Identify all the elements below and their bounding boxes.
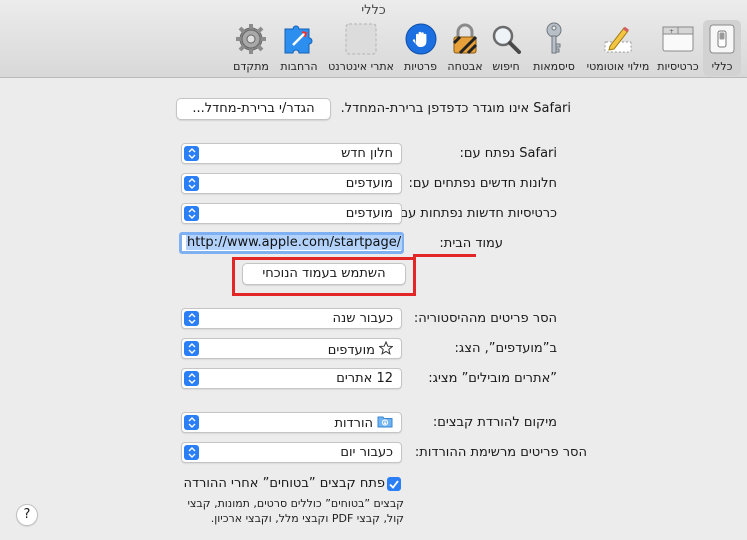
tab-advanced[interactable]: מתקדם <box>230 20 272 76</box>
autofill-pencil-icon <box>602 23 634 55</box>
use-current-page-button[interactable]: השתמש בעמוד הנוכחי <box>242 263 406 285</box>
tab-label: כללי <box>711 60 733 73</box>
favorites-shows-label: ב”מועדפים”, הצג: <box>454 341 557 356</box>
tab-privacy[interactable]: פרטיות <box>398 20 443 76</box>
remove-downloads-label: הסר פריטים מרשימת ההורדות: <box>414 445 587 460</box>
tab-extensions[interactable]: הרחבות <box>274 20 324 76</box>
tab-label: הרחבות <box>280 60 318 73</box>
tab-label: מילוי אוטומטי <box>586 60 650 73</box>
popup-value: כעבור יום <box>340 445 393 460</box>
tab-label: מתקדם <box>233 60 269 73</box>
tabs-icon: + <box>662 23 694 55</box>
popup-arrows-icon <box>184 206 199 221</box>
top-sites-popup[interactable]: 12 אתרים <box>181 368 402 389</box>
open-safe-files-checkbox[interactable] <box>387 477 401 491</box>
default-browser-text: Safari אינו מוגדר כדפדפן ברירת-המחדל. <box>340 101 571 116</box>
tab-label: כרטיסיות <box>657 60 699 73</box>
tab-tabs[interactable]: + כרטיסיות <box>654 20 702 76</box>
remove-downloads-popup[interactable]: כעבור יום <box>181 442 402 463</box>
popup-value: מועדפים <box>345 206 393 221</box>
popup-value: כעבור שנה <box>332 311 393 326</box>
tab-autofill[interactable]: מילוי אוטומטי <box>583 20 653 76</box>
popup-value-wrap: הורדות <box>334 415 393 432</box>
general-switch-icon <box>706 23 738 55</box>
new-tabs-popup[interactable]: מועדפים <box>181 203 402 224</box>
popup-arrows-icon <box>184 146 199 161</box>
popup-value: מועדפים <box>345 176 393 191</box>
homepage-label-highlight-underline <box>413 254 476 257</box>
safe-files-note-line: קול, קבצי PDF וקבצי מלל, וקבצי ארכיון. <box>210 512 404 525</box>
download-location-label: מיקום להורדת קבצים: <box>432 415 557 430</box>
tab-label: פרטיות <box>404 60 437 73</box>
svg-text:+: + <box>669 28 674 35</box>
download-location-popup[interactable]: הורדות <box>181 412 402 433</box>
extensions-puzzle-icon <box>283 23 315 55</box>
new-windows-label: חלונות חדשים נפתחים עם: <box>408 176 557 191</box>
popup-arrows-icon <box>184 341 199 356</box>
downloads-folder-icon <box>377 415 393 432</box>
websites-icon <box>345 23 377 55</box>
popup-value: 12 אתרים <box>336 371 393 386</box>
tab-websites[interactable]: אתרי אינטרנט <box>328 20 394 76</box>
tab-label: סיסמאות <box>533 60 575 73</box>
safe-files-note: קבצים ”בטוחים” כוללים סרטים, תמונות, קבצ… <box>164 496 404 526</box>
hand-icon <box>405 23 437 55</box>
top-sites-label: ”אתרים מובילים” מציג: <box>428 371 557 386</box>
tab-general[interactable]: כללי <box>703 20 741 76</box>
tab-label: אתרי אינטרנט <box>328 60 394 73</box>
gear-icon <box>235 23 267 55</box>
tab-label: חיפוש <box>492 60 520 73</box>
popup-value-wrap: מועדפים <box>327 340 394 359</box>
opens-with-label: Safari נפתח עם: <box>459 146 558 161</box>
homepage-field-value: http://www.apple.com/startpage/ <box>186 235 403 250</box>
popup-value: חלון חדש <box>341 146 393 161</box>
popup-arrows-icon <box>184 445 199 460</box>
checkmark-icon <box>389 479 399 489</box>
new-tabs-label: כרטיסיות חדשות נפתחות עם: <box>395 206 557 221</box>
remove-history-label: הסר פריטים מההיסטוריה: <box>413 311 557 326</box>
magnifier-icon <box>490 23 522 55</box>
favorites-shows-popup[interactable]: מועדפים <box>181 338 402 359</box>
window-title: כללי <box>361 3 386 18</box>
popup-arrows-icon <box>184 371 199 386</box>
preferences-toolbar: כללי כללי + כרטיסיות מילוי אוטומטי סיסמא… <box>0 0 747 78</box>
tab-passwords[interactable]: סיסמאות <box>527 20 581 76</box>
new-windows-popup[interactable]: מועדפים <box>181 173 402 194</box>
help-button[interactable]: ? <box>16 504 38 526</box>
homepage-field[interactable]: http://www.apple.com/startpage/ <box>179 232 404 254</box>
open-safe-files-label: פתח קבצים ”בטוחים” אחרי ההורדה <box>183 476 385 491</box>
popup-arrows-icon <box>184 311 199 326</box>
key-icon <box>538 22 570 55</box>
tab-label: אבטחה <box>447 60 483 73</box>
popup-arrows-icon <box>184 415 199 430</box>
homepage-label: עמוד הבית: <box>439 236 503 251</box>
padlock-icon <box>449 23 481 55</box>
remove-history-popup[interactable]: כעבור שנה <box>181 308 402 329</box>
star-icon <box>378 340 394 359</box>
popup-arrows-icon <box>184 176 199 191</box>
popup-value: הורדות <box>334 416 373 431</box>
safari-preferences-window: כללי כללי + כרטיסיות מילוי אוטומטי סיסמא… <box>0 0 747 540</box>
tab-security[interactable]: אבטחה <box>445 20 485 76</box>
safe-files-note-line: קבצים ”בטוחים” כוללים סרטים, תמונות, קבצ… <box>187 497 404 510</box>
popup-value: מועדפים <box>327 342 375 358</box>
opens-with-popup[interactable]: חלון חדש <box>181 143 402 164</box>
set-default-browser-button[interactable]: הגדר/י ברירת-מחדל... <box>176 98 331 120</box>
tab-search[interactable]: חיפוש <box>487 20 525 76</box>
